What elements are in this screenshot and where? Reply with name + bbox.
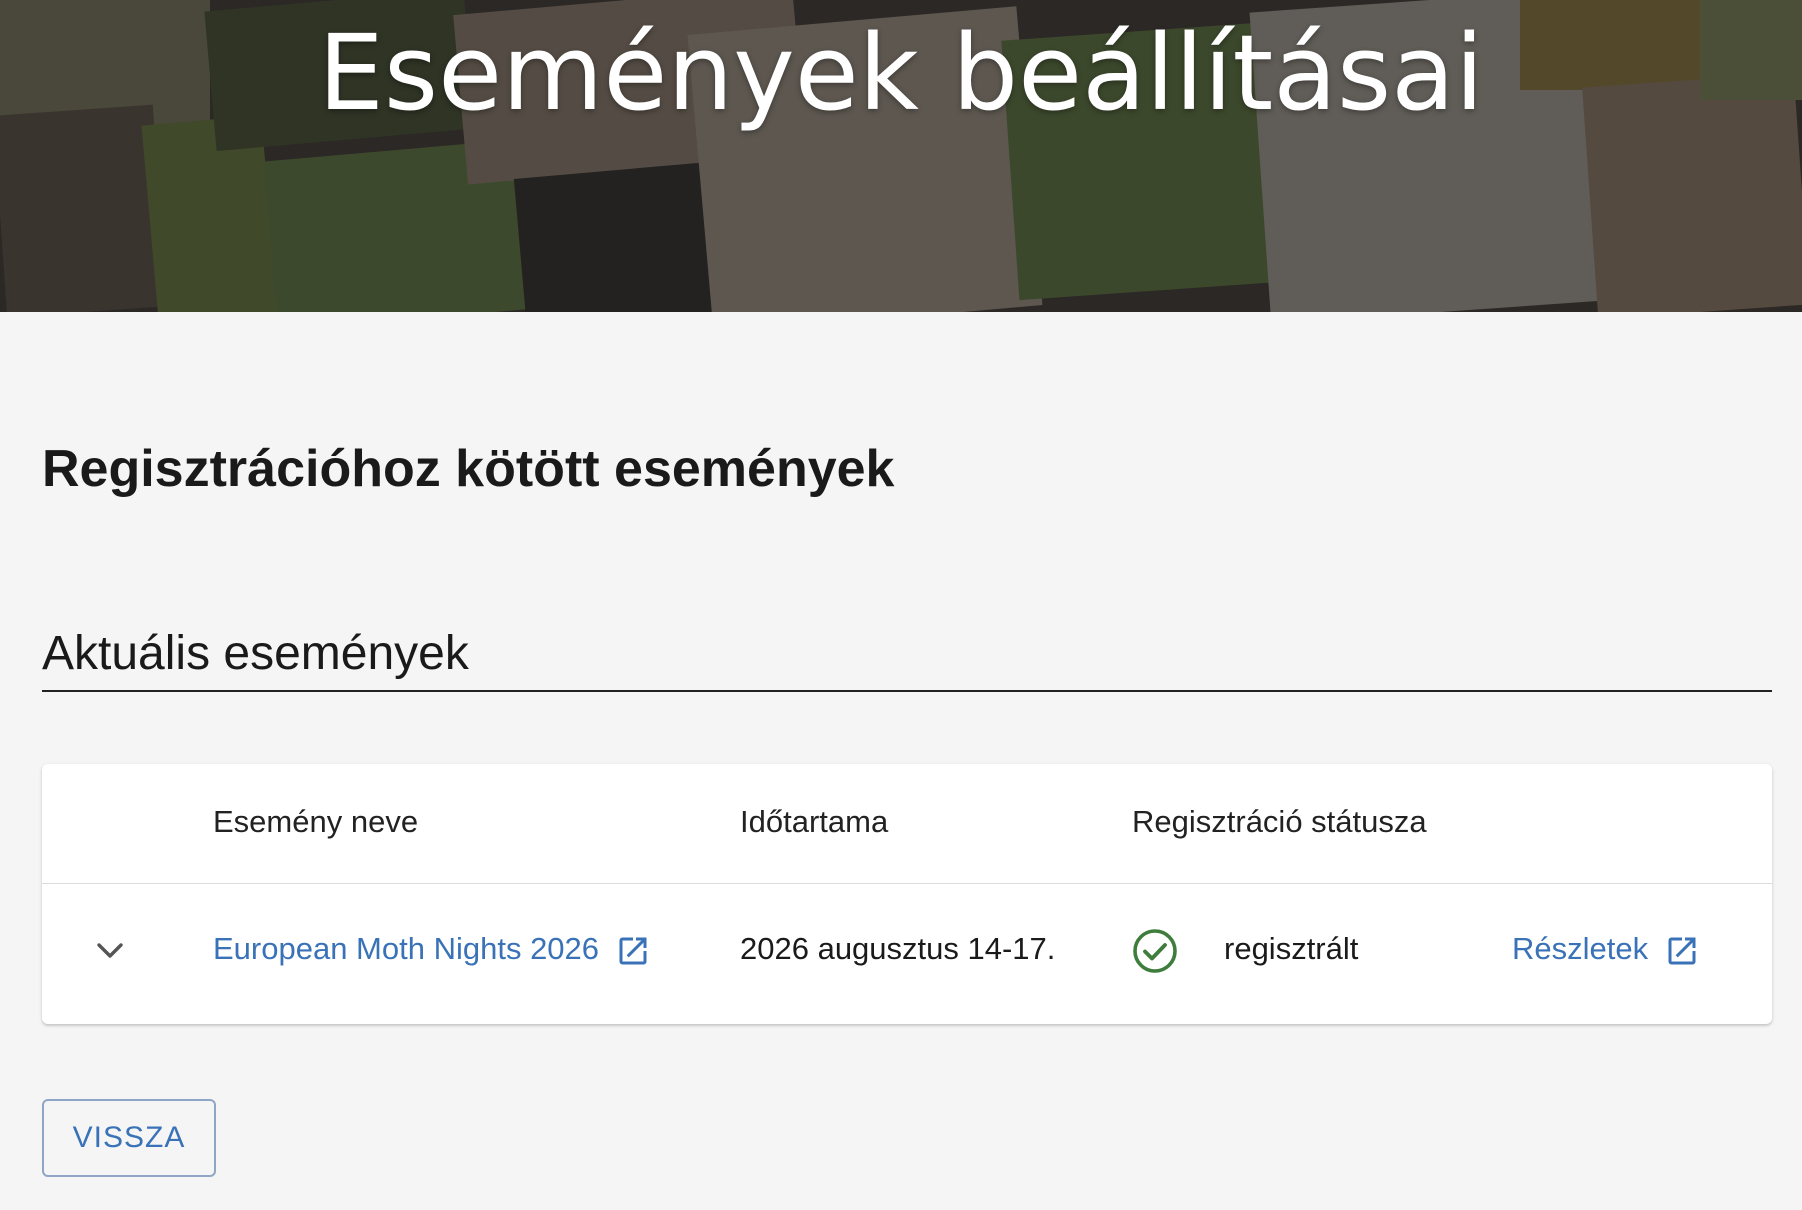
details-link[interactable]: Részletek	[1512, 931, 1700, 969]
table-row: European Moth Nights 2026 2026 augusztus…	[42, 885, 1772, 1024]
event-name: European Moth Nights 2026	[213, 931, 600, 966]
open-in-new-icon	[1668, 937, 1696, 965]
open-in-new-icon	[619, 937, 647, 965]
expand-row-button[interactable]	[88, 929, 132, 973]
hero-banner: Események beállításai	[0, 0, 1802, 312]
page-banner-title: Események beállításai	[318, 12, 1484, 134]
chevron-down-icon	[97, 943, 123, 958]
column-header-registration-status: Regisztráció státusza	[1132, 804, 1427, 839]
event-name-link[interactable]: European Moth Nights 2026	[213, 931, 651, 969]
details-label: Részletek	[1512, 931, 1649, 966]
section-divider	[42, 690, 1772, 692]
column-header-event-name: Esemény neve	[213, 804, 419, 839]
events-table: Esemény neve Időtartama Regisztráció stá…	[42, 764, 1772, 1024]
section-title: Aktuális események	[42, 627, 469, 680]
column-header-duration: Időtartama	[740, 804, 889, 839]
back-button[interactable]: VISSZA	[42, 1099, 216, 1177]
event-duration: 2026 augusztus 14-17.	[740, 931, 1056, 966]
check-circle-icon	[1133, 929, 1177, 973]
page-title: Regisztrációhoz kötött események	[42, 440, 895, 498]
table-header: Esemény neve Időtartama Regisztráció stá…	[42, 764, 1772, 884]
registration-status: regisztrált	[1224, 931, 1359, 966]
